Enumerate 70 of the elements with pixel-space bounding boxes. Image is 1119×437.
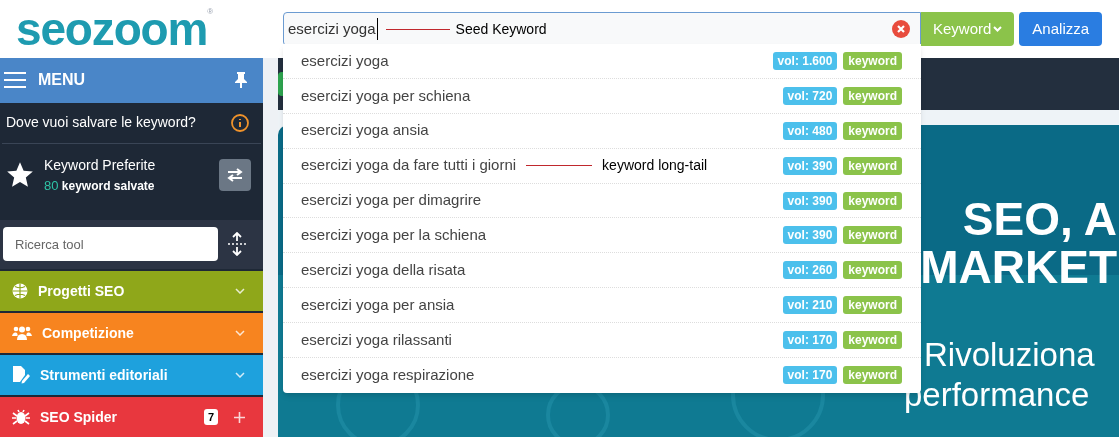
chevron-down-icon[interactable] [235,330,245,336]
globe-icon [12,283,28,299]
menu-title: MENU [38,70,86,91]
volume-badge: vol: 390 [782,226,838,245]
bug-icon [12,408,30,426]
star-icon [6,160,34,189]
caret-icon [993,26,1003,32]
type-badge: keyword [843,156,902,175]
suggestion-item[interactable]: esercizi yoga da fare tutti i giorni keyword long-tail vol: 390 keyword [283,148,921,184]
users-icon [12,326,32,340]
suggestion-item[interactable]: esercizi yoga per schiena vol: 720 keyword [283,78,921,114]
suggestion-item[interactable]: esercizi yoga vol: 1.600 keyword [283,44,921,79]
volume-badge: vol: 1.600 [772,51,838,70]
type-badge: keyword [843,296,902,315]
volume-badge: vol: 480 [782,121,838,140]
annotation-label: Seed Keyword [455,19,547,39]
volume-badge: vol: 720 [782,86,838,105]
type-badge: keyword [843,51,902,70]
menu-section[interactable]: SEO Spider 7 [0,397,263,437]
chevron-down-icon[interactable] [235,372,245,378]
volume-badge: vol: 210 [782,296,838,315]
tool-search-field[interactable]: Ricerca tool [3,227,218,262]
type-badge: keyword [843,226,902,245]
favorites-title: Keyword Preferite [44,155,156,175]
logo: seozoom [16,6,208,52]
chevron-down-icon[interactable] [235,288,245,294]
leader-line [526,165,593,167]
banner-subtitle: Rivoluziona [924,335,1095,375]
section-label: SEO Spider [40,407,118,427]
document-edit-icon [12,366,30,384]
type-badge: keyword [843,366,902,385]
count-badge: 7 [203,408,218,426]
volume-badge: vol: 170 [782,366,838,385]
type-badge: keyword [843,331,902,350]
swap-button[interactable] [219,158,251,191]
plus-icon[interactable] [234,411,245,423]
volume-badge: vol: 170 [782,331,838,350]
resize-icon[interactable] [228,232,246,257]
section-label: Progetti SEO [38,281,125,301]
pin-icon[interactable] [235,72,247,89]
leader-line [385,28,450,30]
clear-icon[interactable] [892,20,910,38]
annotation-label: keyword long-tail [602,156,708,176]
type-badge: keyword [843,191,902,210]
favorites-count: 80 keyword salvate [44,176,156,195]
suggestion-item[interactable]: esercizi yoga respirazione vol: 170 keyword [283,358,921,393]
swap-icon [227,167,243,182]
save-prompt: Dove vuoi salvare le keyword? [6,113,196,133]
search-value: esercizi yoga [288,17,378,41]
suggestion-item[interactable]: esercizi yoga per la schiena vol: 390 keyword [283,218,921,254]
analyze-button[interactable]: Analizza [1019,12,1103,46]
section-label: Competizione [42,323,134,343]
search-field[interactable]: esercizi yoga Seed Keyword [283,12,921,46]
banner-headline: MARKET [920,243,1117,291]
banner-headline: SEO, A [962,195,1117,243]
suggestion-item[interactable]: esercizi yoga rilassanti vol: 170 keyword [283,323,921,358]
suggestion-item[interactable]: esercizi yoga per ansia vol: 210 keyword [283,288,921,324]
volume-badge: vol: 260 [782,261,838,280]
suggestion-item[interactable]: esercizi yoga ansia vol: 480 keyword [283,113,921,149]
info-icon[interactable] [231,113,249,132]
registered-mark: ® [207,6,214,18]
volume-badge: vol: 390 [782,156,838,175]
suggestion-item[interactable]: esercizi yoga per dimagrire vol: 390 keyword [283,183,921,219]
type-badge: keyword [843,86,902,105]
menu-icon[interactable] [4,72,26,89]
section-label: Strumenti editoriali [40,365,168,385]
suggestion-item[interactable]: esercizi yoga della risata vol: 260 keyword [283,253,921,289]
volume-badge: vol: 390 [782,191,838,210]
type-badge: keyword [843,121,902,140]
type-badge: keyword [843,261,902,280]
